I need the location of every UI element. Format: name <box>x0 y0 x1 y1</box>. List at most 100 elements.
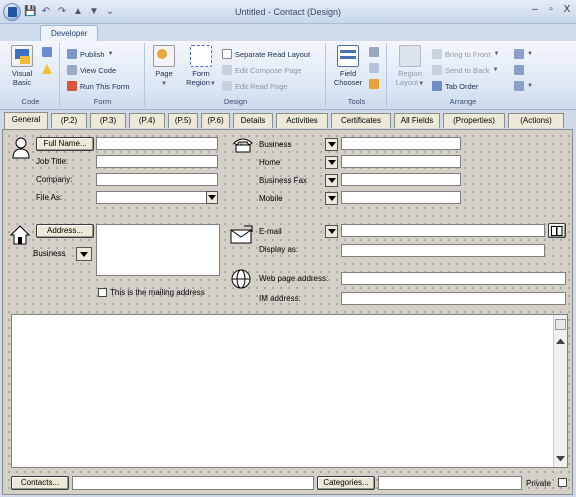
phone-business-dropdown[interactable] <box>325 138 338 151</box>
bring-to-front-button[interactable]: Bring to Front ▼ <box>432 48 499 60</box>
tab-p4[interactable]: (P.4) <box>129 113 165 128</box>
phone-home-dropdown[interactable] <box>325 156 338 169</box>
region-layout-button[interactable]: Region Layout▼ <box>392 45 428 89</box>
full-name-field[interactable] <box>96 137 218 150</box>
im-address-label: IM address: <box>259 294 301 303</box>
group-icon <box>514 81 524 91</box>
separate-read-layout-label: Separate Read Layout <box>235 49 311 59</box>
tab-details[interactable]: Details <box>233 113 273 128</box>
tab-order-button[interactable]: Tab Order <box>432 80 478 92</box>
macro-security-button[interactable] <box>42 63 52 75</box>
chevron-down-icon: ▼ <box>418 81 425 87</box>
restore-button[interactable]: ▫ <box>546 4 556 16</box>
tools-button-3[interactable] <box>369 78 379 90</box>
edit-compose-icon <box>222 65 232 75</box>
address-type-dropdown[interactable] <box>76 247 92 261</box>
phone-business-label: Business <box>259 140 292 149</box>
scroll-up-icon[interactable] <box>556 339 565 344</box>
chevron-down-icon: ▼ <box>107 51 114 57</box>
design-group: Page ▼ Form Region▼ Separate Read Layout … <box>146 43 326 107</box>
address-type-label: Business <box>33 249 66 258</box>
tab-activities[interactable]: Activities <box>276 113 328 128</box>
tab-p2[interactable]: (P.2) <box>51 113 87 128</box>
email-dropdown[interactable] <box>325 225 338 238</box>
tools-button-2[interactable] <box>369 62 379 74</box>
phone-mobile-field[interactable] <box>341 191 461 204</box>
full-name-button[interactable]: Full Name... <box>36 137 94 151</box>
minimize-button[interactable]: – <box>530 4 540 16</box>
page-label: Page <box>155 69 173 78</box>
field-chooser-button[interactable]: Field Chooser <box>331 45 365 87</box>
tools-group-label: Tools <box>347 97 366 106</box>
send-to-back-icon <box>432 65 442 75</box>
tab-properties[interactable]: (Properties) <box>443 113 505 128</box>
address-book-button[interactable] <box>548 223 566 238</box>
macros-button[interactable] <box>42 46 52 58</box>
send-to-back-button[interactable]: Send to Back ▼ <box>432 64 499 76</box>
email-label: E-mail <box>259 227 282 236</box>
tab-certificates[interactable]: Certificates <box>331 113 391 128</box>
checkbox-icon <box>222 49 232 59</box>
phone-mobile-dropdown[interactable] <box>325 192 338 205</box>
job-title-field[interactable] <box>96 155 218 168</box>
visual-basic-label: Visual Basic <box>11 69 33 87</box>
macros-icon <box>42 47 52 57</box>
web-page-field[interactable] <box>341 272 566 285</box>
view-code-button[interactable]: View Code <box>67 64 116 76</box>
form-design-surface[interactable]: Full Name... Job Title: Company: File As… <box>2 129 573 495</box>
align-button[interactable]: ▼ <box>514 48 533 60</box>
tab-p3[interactable]: (P.3) <box>90 113 126 128</box>
edit-read-page-button[interactable]: Edit Read Page <box>222 80 288 92</box>
private-checkbox[interactable] <box>558 478 567 487</box>
tab-actions[interactable]: (Actions) <box>508 113 564 128</box>
contacts-field[interactable] <box>72 476 314 490</box>
chevron-down-icon: ▼ <box>527 51 533 57</box>
file-as-dropdown[interactable] <box>206 191 218 204</box>
tools-button-1[interactable] <box>369 46 379 58</box>
display-as-field[interactable] <box>341 244 545 257</box>
visual-basic-button[interactable]: Visual Basic <box>6 45 38 87</box>
chevron-down-icon: ▼ <box>492 67 499 73</box>
publish-button[interactable]: Publish ▼ <box>67 48 114 60</box>
visual-basic-icon <box>11 45 33 67</box>
edit-read-page-label: Edit Read Page <box>235 81 288 91</box>
phone-icon <box>232 135 254 157</box>
run-this-form-button[interactable]: Run This Form <box>67 80 129 92</box>
scrollbar-thumb[interactable] <box>555 319 566 330</box>
tab-order-icon <box>432 81 442 91</box>
page-icon <box>153 45 175 67</box>
tab-all-fields[interactable]: All Fields <box>394 113 440 128</box>
company-field[interactable] <box>96 173 218 186</box>
phone-home-field[interactable] <box>341 155 461 168</box>
phone-fax-dropdown[interactable] <box>325 174 338 187</box>
file-as-field[interactable] <box>96 191 218 204</box>
tools-icon <box>369 47 379 57</box>
size-button[interactable] <box>514 64 524 76</box>
notes-scrollbar[interactable] <box>553 315 567 467</box>
tab-developer[interactable]: Developer <box>40 25 99 41</box>
mailing-address-checkbox[interactable] <box>98 288 107 297</box>
scroll-down-icon[interactable] <box>556 456 565 461</box>
categories-field[interactable] <box>378 476 522 490</box>
tab-general[interactable]: General <box>4 112 48 129</box>
address-field[interactable] <box>96 224 220 276</box>
edit-compose-page-button[interactable]: Edit Compose Page <box>222 64 302 76</box>
email-field[interactable] <box>341 224 545 237</box>
form-region-button[interactable]: Form Region▼ <box>184 45 218 89</box>
notes-field[interactable] <box>11 314 568 468</box>
page-button[interactable]: Page ▼ <box>150 45 178 89</box>
publish-icon <box>67 49 77 59</box>
tab-p6[interactable]: (P.6) <box>201 113 230 128</box>
group-button[interactable]: ▼ <box>514 80 533 92</box>
bring-to-front-label: Bring to Front <box>445 49 491 59</box>
phone-business-field[interactable] <box>341 137 461 150</box>
close-button[interactable]: X <box>562 4 572 16</box>
tab-p5[interactable]: (P.5) <box>168 113 198 128</box>
contacts-button[interactable]: Contacts... <box>11 476 69 490</box>
categories-button[interactable]: Categories... <box>317 476 375 490</box>
separate-read-layout-button[interactable]: Separate Read Layout <box>222 48 310 60</box>
im-address-field[interactable] <box>341 292 566 305</box>
design-group-label: Design <box>223 97 248 106</box>
address-button[interactable]: Address... <box>36 224 94 238</box>
phone-fax-field[interactable] <box>341 173 461 186</box>
